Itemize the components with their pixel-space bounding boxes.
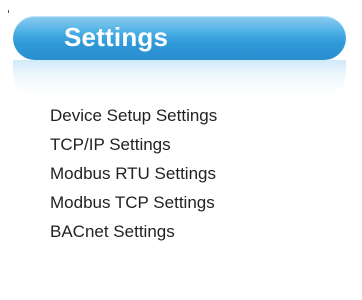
menu-link-bacnet-settings[interactable]: BACnet Settings bbox=[50, 217, 217, 246]
menu-link-device-setup-settings[interactable]: Device Setup Settings bbox=[50, 101, 217, 130]
menu-link-modbus-tcp-settings[interactable]: Modbus TCP Settings bbox=[50, 188, 217, 217]
settings-menu: Device Setup Settings TCP/IP Settings Mo… bbox=[50, 101, 217, 246]
settings-panel-header: Settings bbox=[13, 16, 346, 60]
menu-link-modbus-rtu-settings[interactable]: Modbus RTU Settings bbox=[50, 159, 217, 188]
menu-link-tcp-ip-settings[interactable]: TCP/IP Settings bbox=[50, 130, 217, 159]
panel-title: Settings bbox=[64, 22, 169, 52]
header-reflection bbox=[13, 60, 346, 96]
corner-mark bbox=[8, 10, 9, 13]
